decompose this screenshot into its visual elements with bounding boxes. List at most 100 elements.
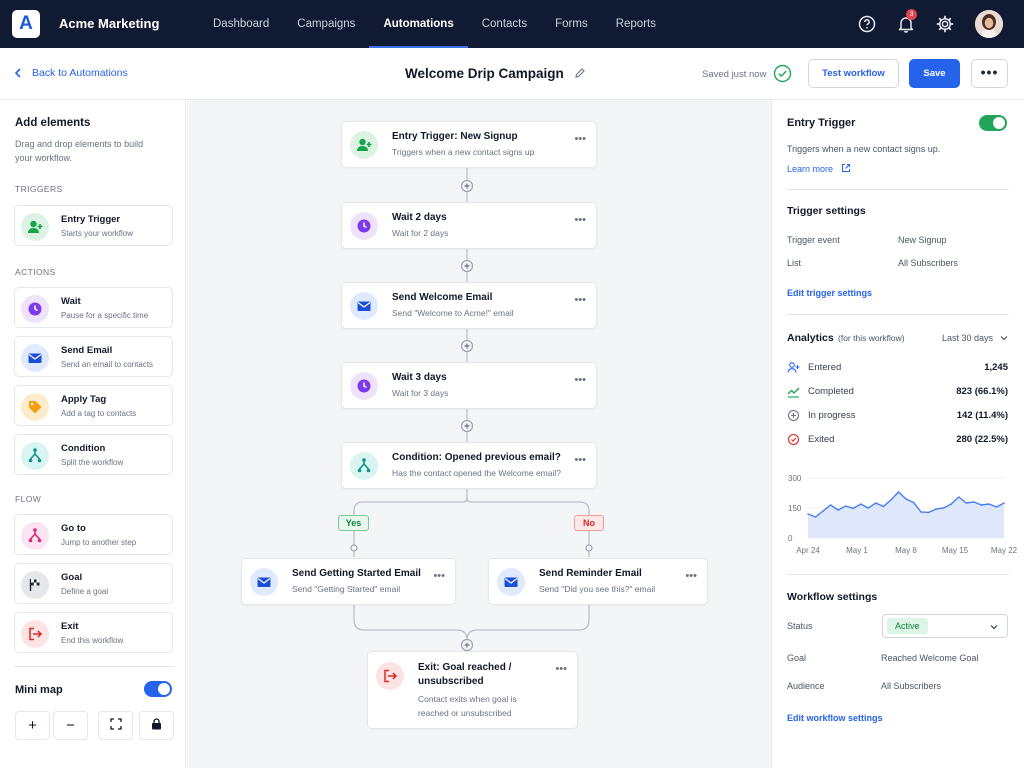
node-exit[interactable]: Exit: Goal reached / unsubscribed Contac…	[367, 651, 578, 729]
element-apply-tag[interactable]: Apply Tag Add a tag to contacts	[14, 385, 173, 426]
nav-automations[interactable]: Automations	[369, 0, 469, 48]
stat-completed: Completed 823 (66.1%)	[787, 384, 1008, 400]
workflow-canvas[interactable]: Entry Trigger: New Signup Triggers when …	[187, 100, 771, 768]
save-status: Saved just now	[702, 69, 767, 80]
chart-data-point	[859, 503, 862, 505]
minimap-label: Mini map	[15, 684, 63, 696]
zoom-in-button[interactable]: +	[15, 711, 50, 740]
node-menu-button[interactable]: •••	[433, 570, 445, 582]
node-menu-button[interactable]: •••	[574, 294, 586, 306]
user-avatar[interactable]	[975, 10, 1003, 38]
test-workflow-button[interactable]: Test workflow	[808, 59, 899, 88]
node-getting-started-email[interactable]: Send Getting Started Email Send "Getting…	[241, 558, 456, 605]
node-wait-2-days[interactable]: Wait 2 days Wait for 2 days •••	[341, 202, 597, 249]
goal-value: Reached Welcome Goal	[881, 653, 979, 663]
element-go-to[interactable]: Go to Jump to another step	[14, 514, 173, 555]
gear-icon[interactable]	[935, 14, 955, 34]
node-menu-button[interactable]: •••	[685, 570, 697, 582]
nav-campaigns[interactable]: Campaigns	[283, 0, 369, 48]
chart-data-point	[837, 509, 839, 511]
divider	[14, 666, 174, 667]
notification-badge: 3	[906, 9, 917, 20]
element-exit[interactable]: Exit End this workflow	[14, 612, 173, 653]
chart-data-point	[995, 506, 998, 508]
edit-trigger-settings-link[interactable]: Edit trigger settings	[787, 288, 872, 298]
panel-description: Drag and drop elements to build your wor…	[15, 139, 144, 163]
chart-y-tick-label: 150	[788, 504, 802, 513]
node-subtitle: Send "Did you see this?" email	[539, 584, 656, 594]
nav-contacts[interactable]: Contacts	[468, 0, 541, 48]
node-entry-trigger[interactable]: Entry Trigger: New Signup Triggers when …	[341, 121, 597, 168]
fullscreen-icon	[109, 718, 122, 730]
lock-button[interactable]	[139, 711, 174, 740]
chart-data-point	[1003, 502, 1005, 504]
chart-data-point	[935, 508, 937, 510]
element-goal[interactable]: Goal Define a goal	[14, 563, 173, 604]
app-logo[interactable]: A	[12, 10, 40, 38]
node-menu-button[interactable]: •••	[555, 663, 567, 675]
element-send-email[interactable]: Send Email Send an email to contacts	[14, 336, 173, 377]
chart-data-point	[814, 516, 817, 518]
clock-icon	[350, 212, 378, 240]
more-options-button[interactable]: •••	[971, 59, 1008, 88]
nav-dashboard[interactable]: Dashboard	[199, 0, 283, 48]
chart-data-point	[980, 504, 983, 506]
save-button[interactable]: Save	[909, 59, 960, 88]
element-wait[interactable]: Wait Pause for a specific time	[14, 287, 173, 328]
status-badge: Active	[887, 618, 928, 634]
node-title: Send Reminder Email	[539, 568, 642, 579]
node-menu-button[interactable]: •••	[574, 214, 586, 226]
help-icon[interactable]	[857, 14, 877, 34]
element-title: Condition	[61, 443, 106, 454]
chart-data-point	[822, 510, 824, 512]
nav-reports[interactable]: Reports	[602, 0, 670, 48]
progress-icon	[787, 409, 800, 422]
clock-icon	[350, 372, 378, 400]
date-range-select[interactable]: Last 30 days	[942, 333, 1008, 343]
pencil-icon[interactable]	[574, 67, 586, 79]
chart-x-tick-label: May 22	[991, 546, 1018, 555]
workflow-title: Welcome Drip Campaign	[405, 66, 564, 81]
element-title: Exit	[61, 621, 79, 632]
minimap-toggle[interactable]	[144, 681, 172, 697]
stat-label: Entered	[808, 362, 842, 373]
element-subtitle: End this workflow	[61, 636, 124, 645]
section-flow: FLOW	[15, 494, 42, 504]
element-condition[interactable]: Condition Split the workflow	[14, 434, 173, 475]
node-menu-button[interactable]: •••	[574, 374, 586, 386]
node-subtitle: Has the contact opened the Welcome email…	[392, 468, 561, 478]
exit-icon	[21, 620, 49, 648]
element-entry-trigger[interactable]: Entry Trigger Starts your workflow	[14, 205, 173, 246]
trigger-settings-title: Trigger settings	[787, 205, 866, 217]
zoom-out-button[interactable]: −	[53, 711, 88, 740]
user-plus-icon	[21, 213, 49, 241]
node-reminder-email[interactable]: Send Reminder Email Send "Did you see th…	[488, 558, 708, 605]
element-subtitle: Add a tag to contacts	[61, 409, 137, 418]
stat-value: 1,245	[984, 362, 1008, 373]
divider	[787, 574, 1009, 575]
check-circle-icon	[773, 64, 792, 83]
user-plus-icon	[350, 131, 378, 159]
back-link[interactable]: Back to Automations	[14, 67, 128, 79]
node-send-welcome-email[interactable]: Send Welcome Email Send "Welcome to Acme…	[341, 282, 597, 329]
mail-icon	[21, 344, 49, 372]
x-circle-icon	[787, 433, 800, 446]
chart-x-tick-label: Apr 24	[796, 546, 820, 555]
trigger-toggle[interactable]	[979, 115, 1007, 131]
status-select[interactable]: Active	[882, 614, 1008, 638]
node-condition[interactable]: Condition: Opened previous email? Has th…	[341, 442, 597, 489]
flag-icon	[21, 571, 49, 599]
fit-view-button[interactable]	[98, 711, 133, 740]
node-wait-3-days[interactable]: Wait 3 days Wait for 3 days •••	[341, 362, 597, 409]
brand-name: Acme Marketing	[59, 16, 160, 31]
edit-workflow-settings-link[interactable]: Edit workflow settings	[787, 713, 883, 723]
analytics-title: Analytics	[787, 332, 834, 344]
node-menu-button[interactable]: •••	[574, 133, 586, 145]
node-subtitle: Wait for 3 days	[392, 388, 449, 398]
element-title: Go to	[61, 523, 86, 534]
list-label: List	[787, 258, 802, 268]
nav-forms[interactable]: Forms	[541, 0, 602, 48]
learn-more-link[interactable]: Learn more	[787, 163, 851, 174]
node-menu-button[interactable]: •••	[574, 454, 586, 466]
chart-data-point	[957, 496, 960, 498]
